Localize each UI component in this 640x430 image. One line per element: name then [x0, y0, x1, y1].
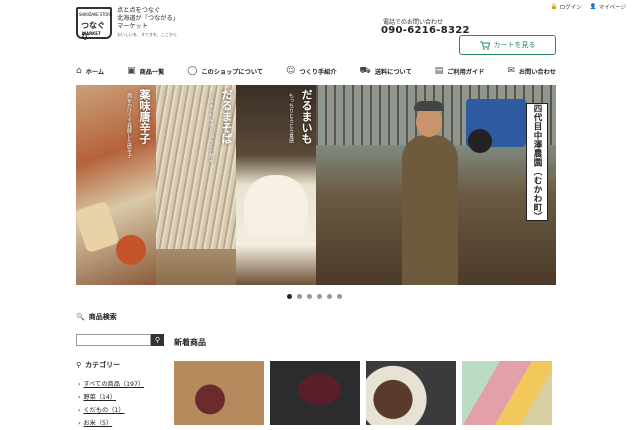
- search-icon: ⚲: [154, 336, 161, 344]
- hero-title-soba: だるまそば: [220, 89, 233, 144]
- hero-sub-imo: もっちりとろとろ食感: [288, 93, 294, 143]
- hero-panel-pepper: 薬味唐辛子 麹をかけてで発酵した唐辛子: [76, 85, 156, 285]
- category-heading: ⚲ カテゴリー: [76, 360, 120, 370]
- product-card-venison[interactable]: [174, 361, 264, 425]
- slider-dots: [287, 294, 342, 299]
- product-card-meat[interactable]: [270, 361, 360, 425]
- product-card-hamburg[interactable]: [366, 361, 456, 425]
- mypage-label: マイページ: [598, 5, 626, 11]
- search-heading: 🔍 商品検索: [76, 312, 164, 322]
- slider-dot-5[interactable]: [327, 294, 332, 299]
- category-label: 野菜（14）: [83, 394, 117, 401]
- chevron-right-icon: ›: [78, 381, 81, 388]
- new-products-list: [174, 361, 552, 425]
- truck-icon: ⛟: [359, 65, 371, 76]
- nav-label: ご利用ガイド: [447, 68, 485, 76]
- hero-panel-imo: だるまいも もっちりとろとろ食感: [236, 85, 316, 285]
- potato-image: [76, 200, 120, 254]
- nav-shipping[interactable]: ⛟ 送料について: [359, 66, 411, 77]
- nav-label: つくり手紹介: [299, 68, 337, 76]
- category-item[interactable]: › 野菜（14）: [78, 391, 144, 404]
- hero-panel-farm: [316, 85, 556, 285]
- slider-dot-4[interactable]: [317, 294, 322, 299]
- hero-panel-soba: だるまそば だるまいもを練り込んだお蕎麦: [156, 85, 236, 285]
- person-icon: ☺: [286, 66, 296, 76]
- farmer-face-image: [416, 107, 442, 137]
- logo-top-text: SHIKIDAKE STORE: [79, 12, 113, 17]
- category-item[interactable]: › すべての商品（197）: [78, 378, 144, 391]
- tag-icon: ⚲: [76, 361, 82, 369]
- site-tagline: 点と点をつなぐ 北海道が「つながる」 マーケット おいしいを、すてきを、ここから: [117, 7, 179, 39]
- slider-dot-1[interactable]: [287, 294, 292, 299]
- mashed-potato-image: [244, 175, 308, 235]
- nav-contact[interactable]: ✉ お問い合わせ: [507, 66, 556, 76]
- slider-dot-6[interactable]: [337, 294, 342, 299]
- hero-sub-soba: だるまいもを練り込んだお蕎麦: [208, 93, 214, 163]
- user-icon: 👤: [589, 4, 597, 10]
- hero-farm-label: 四代目中澤農園（むかわ町）: [526, 103, 548, 221]
- mypage-link[interactable]: 👤 マイページ: [590, 3, 626, 11]
- search-input[interactable]: [76, 334, 151, 346]
- login-label: ログイン: [559, 5, 582, 11]
- nav-label: お問い合わせ: [518, 68, 556, 76]
- category-heading-label: カテゴリー: [85, 361, 121, 369]
- nav-label: 送料について: [374, 68, 412, 76]
- nav-guide[interactable]: ▤ ご利用ガイド: [435, 66, 485, 76]
- book-icon: ▤: [434, 66, 444, 76]
- tractor-wheel-image: [468, 129, 492, 153]
- mail-icon: ✉: [507, 66, 515, 76]
- category-item[interactable]: › お米（5）: [78, 417, 144, 430]
- slider-dot-3[interactable]: [307, 294, 312, 299]
- chevron-right-icon: ›: [78, 407, 81, 414]
- tagline-line: 北海道が「つながる」: [117, 15, 179, 22]
- tagline-line: 点と点をつなぐ: [117, 7, 161, 14]
- nav-label: このショップについて: [201, 68, 264, 76]
- soba-board-image: [156, 249, 236, 285]
- lock-icon: 🔒: [550, 4, 558, 10]
- product-card-soap[interactable]: [462, 361, 552, 425]
- category-label: くだもの（1）: [83, 407, 125, 414]
- farmer-cap-image: [414, 101, 444, 111]
- hero-slider[interactable]: 薬味唐辛子 麹をかけてで発酵した唐辛子 だるまそば だるまいもを練り込んだお蕎麦…: [76, 85, 556, 285]
- cart-icon: [479, 41, 490, 50]
- search-heading-label: 商品検索: [88, 313, 117, 321]
- logo-bottom-text: MARKET: [82, 31, 101, 36]
- tagline-line: マーケット: [117, 23, 148, 30]
- search-button[interactable]: ⚲: [151, 334, 164, 346]
- account-links: 🔒 ログイン 👤 マイページ: [551, 3, 626, 11]
- category-label: お米（5）: [83, 420, 113, 427]
- hero-title-pepper: 薬味唐辛子: [138, 89, 151, 144]
- chevron-right-icon: ›: [78, 394, 81, 401]
- chat-icon: ◯: [187, 66, 198, 76]
- farmer-image: [402, 135, 458, 285]
- category-list: › すべての商品（197） › 野菜（14） › くだもの（1） › お米（5）: [78, 378, 144, 430]
- tel-number[interactable]: 090-6216-8322: [381, 25, 470, 36]
- hero-title-imo: だるまいも: [300, 89, 313, 144]
- search-box: ⚲: [76, 334, 164, 346]
- pepper-image: [116, 235, 146, 265]
- nav-about[interactable]: ◯ このショップについて: [187, 66, 263, 76]
- nav-products[interactable]: ▣ 商品一覧: [127, 66, 164, 76]
- login-link[interactable]: 🔒 ログイン: [551, 3, 582, 11]
- slider-dot-2[interactable]: [297, 294, 302, 299]
- cart-label: カートを見る: [493, 41, 536, 49]
- site-logo[interactable]: SHIKIDAKE STORE つなぐな MARKET: [76, 7, 113, 41]
- site-header: SHIKIDAKE STORE つなぐな MARKET 点と点をつなぐ 北海道が…: [0, 0, 640, 60]
- nav-label: ホーム: [85, 68, 105, 76]
- view-cart-button[interactable]: カートを見る: [459, 35, 556, 55]
- tagline-sub: おいしいを、すてきを、ここから: [117, 32, 177, 37]
- nav-makers[interactable]: ☺ つくり手紹介: [286, 66, 337, 76]
- gift-icon: ▣: [127, 66, 136, 76]
- category-label: すべての商品（197）: [83, 381, 145, 388]
- chevron-right-icon: ›: [78, 420, 81, 427]
- hero-sub-pepper: 麹をかけてで発酵した唐辛子: [126, 93, 132, 158]
- nav-label: 商品一覧: [139, 68, 165, 76]
- main-nav: ⌂ ホーム ▣ 商品一覧 ◯ このショップについて ☺ つくり手紹介 ⛟ 送料について ▤…: [76, 62, 556, 80]
- category-item[interactable]: › くだもの（1）: [78, 404, 144, 417]
- nav-home[interactable]: ⌂ ホーム: [76, 66, 104, 76]
- search-icon: 🔍: [76, 313, 85, 321]
- home-icon: ⌂: [76, 66, 82, 76]
- new-products-heading: 新着商品: [174, 338, 206, 347]
